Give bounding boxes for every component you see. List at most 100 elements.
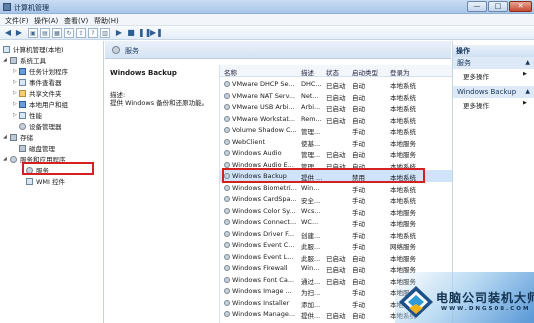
service-gear-icon bbox=[224, 253, 230, 260]
tree-event-viewer[interactable]: 事件查看器 bbox=[19, 77, 62, 87]
refresh-icon[interactable]: ↻ bbox=[64, 28, 74, 38]
export-list-icon[interactable]: ⇪ bbox=[76, 28, 86, 38]
service-gear-icon bbox=[224, 265, 230, 271]
selected-service-title: Windows Backup bbox=[110, 69, 177, 77]
view-icon[interactable]: ▥ bbox=[100, 28, 110, 38]
service-description: Win... bbox=[301, 183, 320, 192]
menu-action[interactable]: 操作(A) bbox=[34, 16, 58, 26]
table-row[interactable]: Volume Shadow C... 管理... 手动 本地系统 bbox=[220, 124, 452, 136]
service-description: 添加... bbox=[301, 300, 321, 309]
help-icon[interactable]: ? bbox=[88, 28, 98, 38]
minimize-button[interactable]: — bbox=[467, 1, 487, 12]
service-gear-icon bbox=[224, 115, 230, 122]
table-row[interactable]: VMware NAT Serv... Net... 已启动 自动 本地系统 bbox=[220, 90, 452, 102]
service-startup-type: 自动 bbox=[352, 93, 365, 102]
start-icon[interactable]: ▶ bbox=[114, 28, 124, 38]
watermark-text: 电脑公司装机大师 bbox=[436, 291, 534, 305]
tree-device-manager[interactable]: 设备管理器 bbox=[19, 121, 62, 131]
service-gear-icon bbox=[224, 127, 230, 133]
service-name: Windows Event L... bbox=[224, 253, 300, 261]
table-row[interactable]: Windows Biometri... Win... 手动 本地系统 bbox=[220, 182, 452, 194]
title-bar: 计算机管理 — □ ✕ bbox=[0, 0, 534, 14]
menu-view[interactable]: 查看(V) bbox=[64, 16, 88, 26]
table-row[interactable]: Windows Event L... 此服... 已启动 自动 本地服务 bbox=[220, 251, 452, 263]
table-row[interactable]: Windows Audio 管理... 已启动 自动 本地服务 bbox=[220, 147, 452, 159]
menu-help[interactable]: 帮助(H) bbox=[94, 16, 119, 26]
more-actions-backup[interactable]: 更多操作 bbox=[463, 100, 489, 110]
folder-up-icon[interactable]: ▣ bbox=[28, 28, 38, 38]
window-title: 计算机管理 bbox=[14, 4, 49, 12]
service-description: 安全... bbox=[301, 197, 321, 205]
service-status: 已启动 bbox=[326, 277, 346, 286]
actions-section-backup[interactable]: Windows Backup ▲ bbox=[453, 86, 534, 98]
service-description: 此服... bbox=[301, 243, 321, 251]
task-scheduler-icon bbox=[19, 68, 26, 75]
system-tools-icon bbox=[10, 57, 17, 64]
description-text: 提供 Windows 备份和还原功能。 bbox=[110, 99, 209, 107]
forward-arrow-icon[interactable]: ▶ bbox=[14, 28, 24, 38]
column-description[interactable]: 描述 bbox=[301, 67, 314, 77]
service-name: Windows CardSpa... bbox=[224, 195, 300, 203]
service-startup-type: 自动 bbox=[352, 266, 365, 274]
tree-root[interactable]: 计算机管理(本地) bbox=[3, 44, 64, 54]
service-gear-icon bbox=[224, 161, 230, 168]
wmi-icon bbox=[26, 178, 33, 185]
tree-task-scheduler[interactable]: 任务计划程序 bbox=[19, 66, 68, 76]
service-status: 已启动 bbox=[326, 82, 346, 90]
table-row[interactable]: VMware Workstat... Rem... 已启动 自动 本地系统 bbox=[220, 113, 452, 125]
tree-local-users[interactable]: 本地用户和组 bbox=[19, 99, 68, 109]
tree-performance[interactable]: 性能 bbox=[19, 110, 42, 120]
service-name: Windows Connect... bbox=[224, 218, 300, 226]
submenu-arrow-icon: ▶ bbox=[523, 71, 527, 77]
service-log-on-as: 本地系统 bbox=[390, 105, 416, 113]
service-description: 通过... bbox=[301, 277, 321, 286]
service-name: Windows Installer bbox=[224, 299, 300, 307]
properties-icon[interactable]: ▦ bbox=[52, 28, 62, 38]
service-startup-type: 手动 bbox=[352, 197, 365, 205]
service-name: Windows Driver F... bbox=[224, 230, 300, 238]
service-name: Windows Firewall bbox=[224, 264, 300, 272]
service-gear-icon bbox=[224, 288, 230, 294]
service-status: 已启动 bbox=[326, 266, 346, 274]
service-gear-icon bbox=[224, 299, 230, 306]
back-arrow-icon[interactable]: ◀ bbox=[3, 28, 13, 38]
menu-file[interactable]: 文件(F) bbox=[5, 16, 29, 26]
table-row[interactable]: Windows CardSpa... 安全... 手动 本地系统 bbox=[220, 193, 452, 205]
service-description: Net... bbox=[301, 91, 319, 100]
show-hide-tree-icon[interactable]: ▤ bbox=[40, 28, 50, 38]
tree-storage[interactable]: 存储 bbox=[10, 132, 33, 142]
service-name: VMware NAT Serv... bbox=[224, 92, 300, 100]
actions-section-services[interactable]: 服务 ▲ bbox=[453, 57, 534, 69]
table-row[interactable]: Windows Color Sy... Wcs... 手动 本地服务 bbox=[220, 205, 452, 217]
table-row[interactable]: Windows Driver F... 创建... 手动 本地系统 bbox=[220, 228, 452, 240]
more-actions-services[interactable]: 更多操作 bbox=[463, 71, 489, 81]
device-manager-icon bbox=[19, 123, 26, 130]
service-startup-type: 手动 bbox=[352, 185, 365, 194]
service-name: Volume Shadow C... bbox=[224, 126, 300, 134]
service-description: Win... bbox=[301, 264, 320, 272]
tree-disk-management[interactable]: 磁盘管理 bbox=[19, 143, 55, 153]
tree-wmi[interactable]: WMI 控件 bbox=[26, 176, 65, 186]
column-status[interactable]: 状态 bbox=[326, 67, 339, 77]
column-log-on-as[interactable]: 登录为 bbox=[390, 67, 410, 77]
list-header: 名称 描述 状态 启动类型 登录为 bbox=[220, 65, 452, 77]
pause-icon[interactable]: ❚❚ bbox=[138, 28, 151, 38]
restart-icon[interactable]: ▶❚ bbox=[150, 28, 163, 38]
tree-system-tools[interactable]: 系统工具 bbox=[10, 55, 46, 65]
service-description: 此服... bbox=[301, 254, 321, 263]
close-button[interactable]: ✕ bbox=[509, 1, 532, 12]
table-row[interactable]: WebClient 使基... 手动 本地服务 bbox=[220, 136, 452, 148]
column-name[interactable]: 名称 bbox=[224, 67, 237, 77]
table-row[interactable]: VMware USB Arbi... Arbi... 已启动 自动 本地系统 bbox=[220, 101, 452, 113]
service-log-on-as: 本地系统 bbox=[390, 197, 416, 205]
table-row[interactable]: Windows Event C... 此服... 手动 网络服务 bbox=[220, 239, 452, 251]
stop-icon[interactable]: ■ bbox=[126, 28, 136, 38]
table-row[interactable]: VMware DHCP Se... DHC... 已启动 自动 本地系统 bbox=[220, 78, 452, 90]
service-name: Windows Image ... bbox=[224, 287, 300, 295]
service-startup-type: 自动 bbox=[352, 105, 365, 113]
service-gear-icon bbox=[224, 81, 230, 87]
maximize-button[interactable]: □ bbox=[488, 1, 508, 12]
table-row[interactable]: Windows Connect... WC... 手动 本地服务 bbox=[220, 216, 452, 228]
column-startup-type[interactable]: 启动类型 bbox=[352, 67, 378, 77]
tree-shared-folders[interactable]: 共享文件夹 bbox=[19, 88, 62, 98]
